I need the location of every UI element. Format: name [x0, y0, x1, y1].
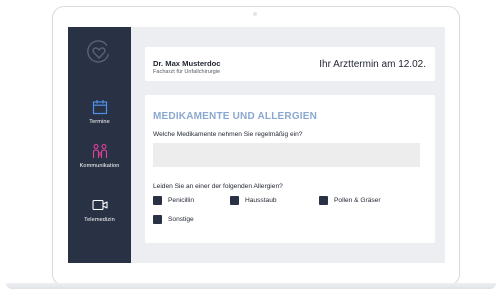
doctor-name: Dr. Max Musterdoc: [153, 59, 221, 68]
sidebar-item-label: Kommunikation: [79, 163, 120, 169]
checkbox[interactable]: [230, 196, 239, 205]
sidebar-item-termine[interactable]: Termine: [68, 99, 131, 125]
camera-dot: [253, 12, 257, 16]
video-camera-icon: [91, 199, 108, 211]
sidebar-item-kommunikation[interactable]: Kommunikation: [68, 143, 131, 169]
sidebar-item-label: Termine: [89, 119, 110, 125]
people-icon: [92, 143, 107, 158]
laptop-base: [6, 283, 496, 289]
doctor-title: Facharzt für Unfallchirurgie: [153, 69, 221, 75]
calendar-icon: [92, 100, 107, 115]
medication-form: MEDIKAMENTE UND ALLERGIEN Welche Medikam…: [145, 95, 435, 243]
checkbox[interactable]: [319, 196, 328, 205]
checkbox[interactable]: [153, 215, 162, 224]
allergy-question: Leiden Sie an einer der folgenden Allerg…: [153, 183, 283, 190]
checkbox[interactable]: [153, 196, 162, 205]
allergy-option-sonstige[interactable]: Sonstige: [153, 215, 194, 224]
medication-input[interactable]: [153, 143, 420, 167]
sidebar: Termine Kommunikation Telemedizin: [68, 27, 131, 263]
option-label: Pollen & Gräser: [334, 197, 381, 204]
medication-question: Welche Medikamente nehmen Sie regelmäßig…: [153, 131, 303, 138]
app-screen: Termine Kommunikation Telemedizin Dr. Ma…: [68, 27, 445, 263]
allergy-option-penicillin[interactable]: Penicillin: [153, 196, 194, 205]
option-label: Sonstige: [168, 216, 194, 223]
sidebar-item-telemedizin[interactable]: Telemedizin: [68, 197, 131, 223]
heart-logo-icon[interactable]: [86, 39, 112, 65]
doctor-header: Dr. Max Musterdoc Facharzt für Unfallchi…: [145, 47, 435, 81]
option-label: Penicillin: [168, 197, 195, 204]
allergy-option-hausstaub[interactable]: Hausstaub: [230, 196, 277, 205]
allergy-option-pollen[interactable]: Pollen & Gräser: [319, 196, 381, 205]
option-label: Hausstaub: [245, 197, 277, 204]
section-title: MEDIKAMENTE UND ALLERGIEN: [153, 111, 318, 122]
appointment-date: Ihr Arzttermin am 12.02.: [319, 59, 426, 70]
sidebar-item-label: Telemedizin: [84, 217, 115, 223]
